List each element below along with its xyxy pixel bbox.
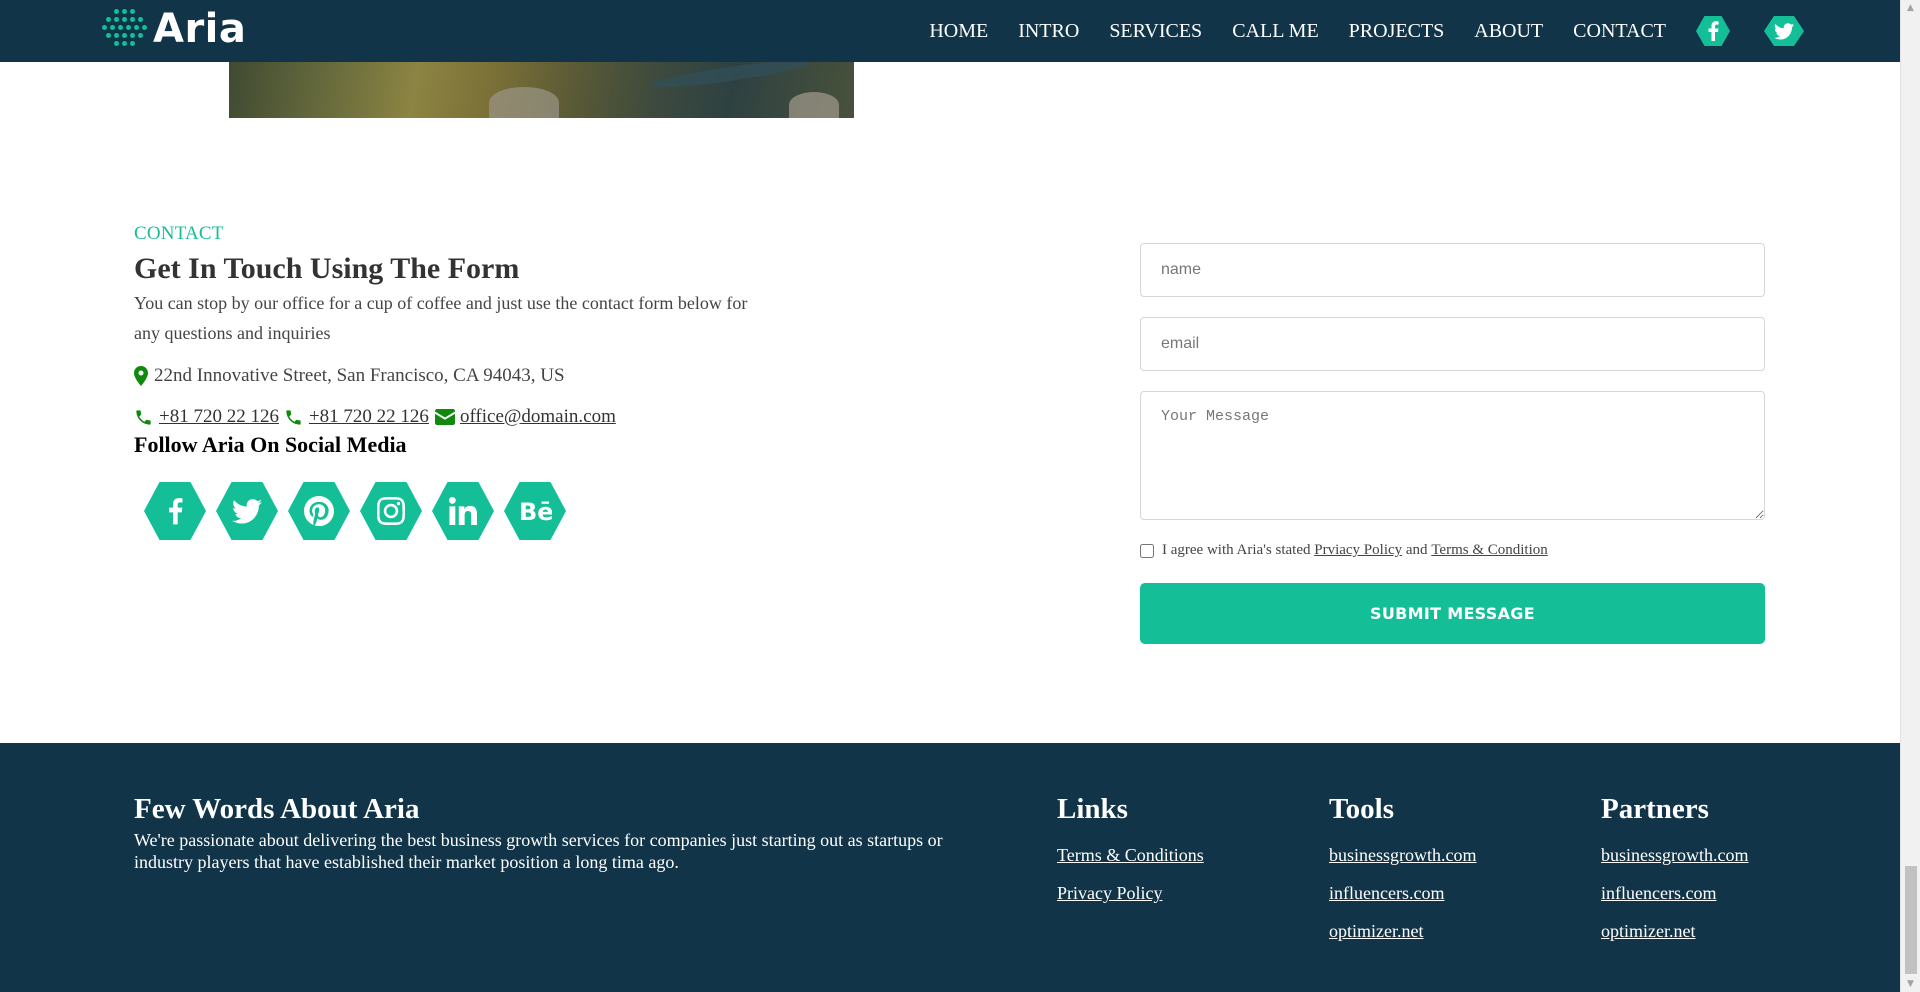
phone-icon (286, 409, 301, 425)
map-marker-icon (134, 366, 148, 386)
phone-link-2[interactable]: +81 720 22 126 (309, 406, 429, 428)
footer-about-heading: Few Words About Aria (134, 793, 420, 825)
submit-button[interactable]: SUBMIT MESSAGE (1140, 583, 1765, 644)
footer-partner-link[interactable]: influencers.com (1601, 874, 1749, 912)
phone-icon (136, 409, 151, 425)
email-link[interactable]: office@domain.com (460, 406, 616, 428)
navbar: Aria HOME INTRO SERVICES CALL ME PROJECT… (0, 0, 1900, 62)
svg-text:Bē: Bē (519, 498, 552, 524)
footer-about-text: We're passionate about delivering the be… (134, 830, 943, 872)
agree-checkbox[interactable] (1140, 543, 1154, 558)
footer-link-privacy[interactable]: Privacy Policy (1057, 874, 1204, 912)
agree-row: I agree with Aria's stated Prviacy Polic… (1140, 542, 1548, 559)
address-text: 22nd Innovative Street, San Francisco, C… (154, 365, 565, 386)
contact-heading: Get In Touch Using The Form (134, 252, 520, 285)
scroll-up-arrow-icon[interactable]: ▲ (1901, 0, 1920, 16)
behance-icon[interactable]: Bē (504, 482, 566, 540)
nav-intro[interactable]: INTRO (1018, 20, 1079, 43)
scrollbar[interactable]: ▲ ▼ (1900, 0, 1920, 992)
facebook-icon[interactable] (1696, 16, 1730, 46)
landscape-image (229, 62, 854, 118)
address-row: 22nd Innovative Street, San Francisco, C… (134, 365, 565, 387)
footer-tools-heading: Tools (1329, 793, 1395, 825)
email-field[interactable] (1140, 317, 1765, 371)
twitter-icon[interactable] (216, 482, 278, 540)
contact-info-row: +81 720 22 126 +81 720 22 126 office@dom… (134, 406, 616, 428)
linkedin-icon[interactable] (432, 482, 494, 540)
contact-description: You can stop by our office for a cup of … (134, 293, 748, 343)
nav-links: HOME INTRO SERVICES CALL ME PROJECTS ABO… (929, 0, 1900, 62)
nav-contact[interactable]: CONTACT (1573, 20, 1666, 43)
nav-services[interactable]: SERVICES (1109, 20, 1202, 43)
footer-partner-link[interactable]: optimizer.net (1601, 912, 1749, 950)
message-field[interactable] (1140, 391, 1765, 520)
terms-link[interactable]: Terms & Condition (1431, 542, 1547, 559)
nav-projects[interactable]: PROJECTS (1349, 20, 1445, 43)
agree-and-text: and (1405, 542, 1428, 558)
scrollbar-thumb[interactable] (1905, 866, 1917, 974)
nav-about[interactable]: ABOUT (1474, 20, 1543, 43)
follow-heading: Follow Aria On Social Media (134, 432, 407, 457)
scroll-down-arrow-icon[interactable]: ▼ (1901, 976, 1920, 992)
social-icons: Bē (144, 482, 576, 540)
footer-partners-heading: Partners (1601, 793, 1709, 825)
nav-call-me[interactable]: CALL ME (1232, 20, 1318, 43)
facebook-icon[interactable] (144, 482, 206, 540)
agree-text: I agree with Aria's stated (1162, 542, 1311, 558)
footer-tool-link[interactable]: influencers.com (1329, 874, 1477, 912)
footer-link-terms[interactable]: Terms & Conditions (1057, 836, 1204, 874)
name-field[interactable] (1140, 243, 1765, 297)
logo-dots-icon (100, 7, 147, 51)
footer-tools: businessgrowth.com influencers.com optim… (1329, 836, 1477, 950)
logo-text: Aria (153, 6, 247, 52)
footer-links-heading: Links (1057, 793, 1128, 825)
privacy-policy-link[interactable]: Prviacy Policy (1314, 542, 1402, 559)
section-tag: CONTACT (134, 223, 224, 244)
logo[interactable]: Aria (100, 6, 246, 52)
instagram-icon[interactable] (360, 482, 422, 540)
footer-partner-link[interactable]: businessgrowth.com (1601, 836, 1749, 874)
footer-tool-link[interactable]: optimizer.net (1329, 912, 1477, 950)
pinterest-icon[interactable] (288, 482, 350, 540)
footer: Few Words About Aria We're passionate ab… (0, 743, 1900, 992)
twitter-icon[interactable] (1764, 16, 1804, 46)
footer-partners: businessgrowth.com influencers.com optim… (1601, 836, 1749, 950)
nav-home[interactable]: HOME (929, 20, 988, 43)
footer-tool-link[interactable]: businessgrowth.com (1329, 836, 1477, 874)
envelope-icon (434, 409, 455, 425)
phone-link-1[interactable]: +81 720 22 126 (159, 406, 279, 428)
footer-links: Terms & Conditions Privacy Policy (1057, 836, 1204, 912)
